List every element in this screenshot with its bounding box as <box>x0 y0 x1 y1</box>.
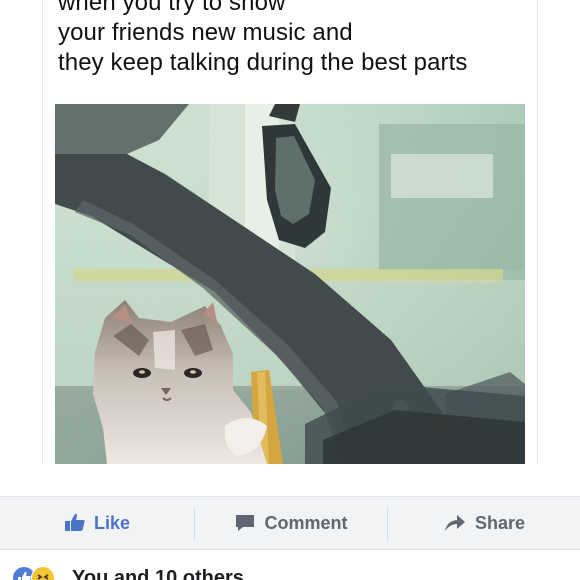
thumbs-up-icon <box>64 512 86 534</box>
post-footer-spacing <box>0 464 580 496</box>
reaction-icons <box>12 566 66 580</box>
facebook-post-screen: when you try to show your friends new mu… <box>0 0 580 580</box>
caption-line-3: they keep talking during the best parts <box>58 49 468 76</box>
like-label: Like <box>93 512 131 533</box>
comment-label: Comment <box>264 512 348 533</box>
caption-line-1: when you try to show <box>58 0 286 16</box>
share-button[interactable]: Share <box>388 497 580 549</box>
reactions-summary[interactable]: You and 10 others <box>72 566 244 580</box>
post-action-bar: Like Comment Share <box>0 496 580 550</box>
like-button[interactable]: Like <box>0 497 194 549</box>
reactions-row[interactable]: You and 10 others <box>0 550 580 580</box>
share-label: Share <box>474 512 526 533</box>
share-arrow-icon <box>443 513 467 533</box>
speech-bubble-icon <box>234 513 256 533</box>
meme-caption: when you try to show your friends new mu… <box>58 0 538 78</box>
reaction-laugh-icon <box>31 566 55 580</box>
comment-button[interactable]: Comment <box>195 497 387 549</box>
cat-in-car-image <box>55 104 525 464</box>
caption-line-2: your friends new music and <box>58 19 353 46</box>
meme-photo[interactable] <box>55 104 525 464</box>
